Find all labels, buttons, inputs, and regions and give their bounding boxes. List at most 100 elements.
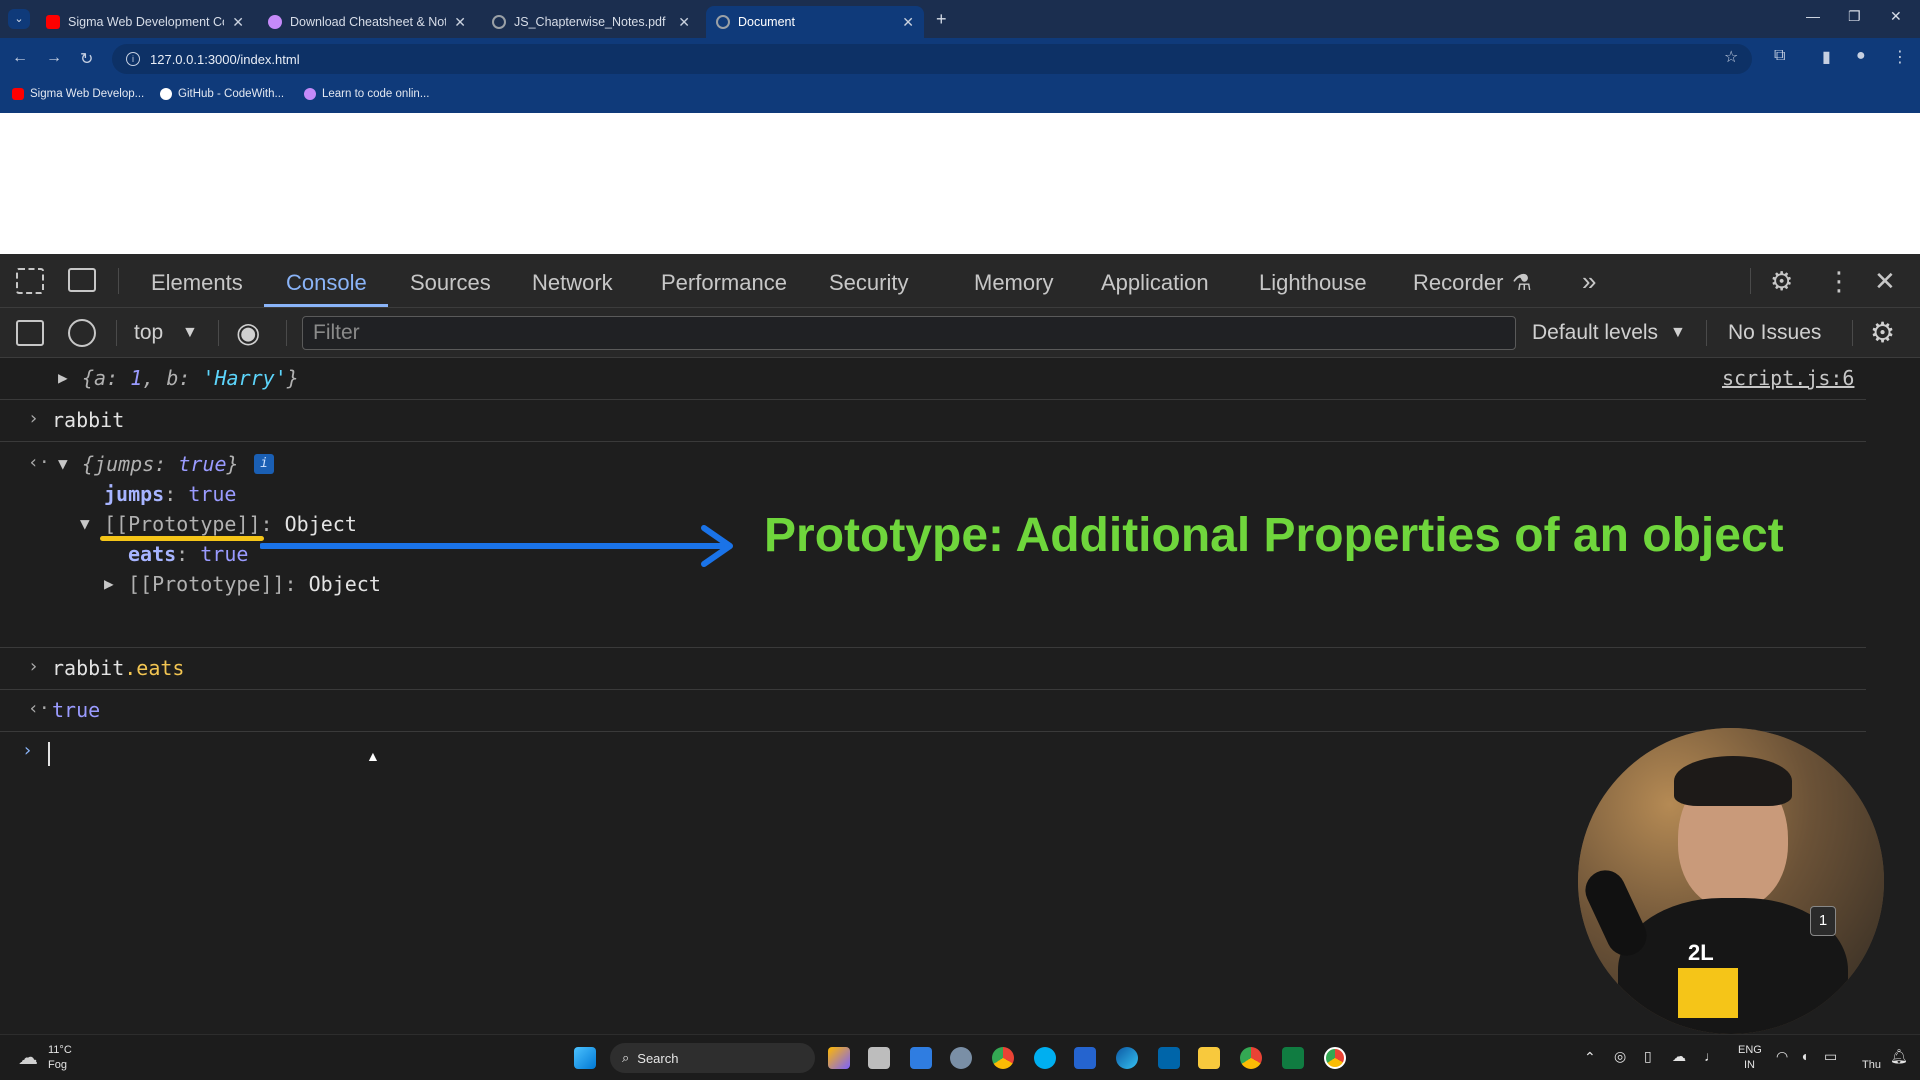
tab-sources[interactable]: Sources xyxy=(410,270,491,296)
console-settings-gear-icon[interactable]: ⚙ xyxy=(1870,316,1895,349)
tab-performance[interactable]: Performance xyxy=(661,270,787,296)
new-tab-button[interactable]: + xyxy=(936,9,947,30)
browser-tab[interactable]: JS_Chapterwise_Notes.pdf ✕ xyxy=(482,6,700,38)
bookmark-item[interactable]: Sigma Web Develop... xyxy=(12,88,144,100)
battery-status-icon[interactable]: ▭ xyxy=(1824,1048,1837,1065)
mic-icon[interactable]: ♩ xyxy=(1704,1048,1718,1064)
back-icon[interactable]: ← xyxy=(12,49,28,67)
tab-network[interactable]: Network xyxy=(532,270,613,296)
tab-security[interactable]: Security xyxy=(829,270,908,296)
collapse-triangle-icon[interactable]: ▼ xyxy=(58,454,68,473)
bookmark-item[interactable]: GitHub - CodeWith... xyxy=(160,88,284,100)
logged-object[interactable]: {a: 1, b: 'Harry'} xyxy=(82,366,299,390)
close-devtools-icon[interactable]: ✕ xyxy=(1874,266,1896,297)
context-selector[interactable]: top xyxy=(134,321,163,345)
close-tab-icon[interactable]: ✕ xyxy=(678,14,690,31)
inspect-element-icon[interactable] xyxy=(16,268,44,294)
edge-icon[interactable] xyxy=(1116,1047,1138,1069)
tab-memory[interactable]: Memory xyxy=(974,270,1053,296)
bookmark-item[interactable]: Learn to code onlin... xyxy=(304,88,429,100)
more-tabs-icon[interactable]: » xyxy=(1582,266,1596,297)
profile-icon[interactable]: ● xyxy=(1856,47,1866,65)
side-panel-icon[interactable]: ▮ xyxy=(1822,47,1831,67)
url-field[interactable]: i 127.0.0.1:3000/index.html xyxy=(112,44,1752,74)
file-explorer-icon[interactable] xyxy=(1198,1047,1220,1069)
expand-triangle-icon[interactable]: ▶ xyxy=(58,368,68,387)
issues-counter[interactable]: No Issues xyxy=(1728,321,1821,345)
sidebar-toggle-icon[interactable] xyxy=(16,320,44,346)
tray-app-icon[interactable]: ◎ xyxy=(1614,1048,1626,1065)
filter-input[interactable]: Filter xyxy=(302,316,1516,350)
chrome-icon[interactable] xyxy=(1240,1047,1262,1069)
object-value: 'Harry' xyxy=(202,366,287,390)
notification-bell-icon[interactable]: 🔔︎ xyxy=(1890,1048,1908,1065)
tab-search-button[interactable]: ⌄ xyxy=(8,9,30,29)
chrome-icon[interactable] xyxy=(992,1047,1014,1069)
day-label[interactable]: Thu xyxy=(1862,1059,1881,1071)
extensions-icon[interactable]: ⧉ xyxy=(1774,47,1785,65)
wifi-icon[interactable]: ◠ xyxy=(1776,1048,1788,1065)
site-info-icon[interactable]: i xyxy=(126,52,140,66)
console-toolbar: top ▼ ◉ Filter Default levels ▼ No Issue… xyxy=(0,308,1920,358)
browser-tab-active[interactable]: Document ✕ xyxy=(706,6,924,38)
windows-start-icon[interactable] xyxy=(574,1047,596,1069)
settings-gear-icon[interactable]: ⚙ xyxy=(1770,266,1793,297)
result-object-preview[interactable]: {jumps: true} xyxy=(82,452,239,476)
browser-tab[interactable]: Sigma Web Development Cour ✕ xyxy=(36,6,254,38)
log-levels-dropdown[interactable]: Default levels xyxy=(1532,321,1658,345)
close-window-icon[interactable]: ✕ xyxy=(1890,8,1902,25)
devtools-menu-icon[interactable]: ⋮ xyxy=(1826,266,1852,297)
tab-lighthouse[interactable]: Lighthouse xyxy=(1259,270,1367,296)
close-tab-icon[interactable]: ✕ xyxy=(902,14,914,31)
restore-icon[interactable]: ❐ xyxy=(1848,8,1861,25)
input-prompt-icon: › xyxy=(28,408,39,429)
browser-menu-icon[interactable]: ⋮ xyxy=(1892,47,1908,67)
console-log-row: ▶ {a: 1, b: 'Harry'} script.js:6 xyxy=(0,358,1866,400)
calendar-icon[interactable] xyxy=(910,1047,932,1069)
tab-console[interactable]: Console xyxy=(286,270,367,296)
device-toolbar-icon[interactable] xyxy=(68,268,96,292)
source-link[interactable]: script.js:6 xyxy=(1722,366,1854,390)
battery-icon[interactable]: ▯ xyxy=(1644,1048,1652,1065)
clear-console-icon[interactable] xyxy=(68,319,96,347)
settings-icon[interactable] xyxy=(950,1047,972,1069)
bookmark-star-icon[interactable]: ☆ xyxy=(1724,47,1738,67)
chevron-down-icon[interactable]: ▼ xyxy=(182,324,198,342)
property-key: jumps xyxy=(104,482,165,506)
separator xyxy=(1852,320,1853,346)
globe-icon xyxy=(716,15,730,29)
copilot-icon[interactable] xyxy=(828,1047,850,1069)
browser-tab[interactable]: Download Cheatsheet & Notes ✕ xyxy=(258,6,476,38)
tab-elements[interactable]: Elements xyxy=(151,270,243,296)
close-tab-icon[interactable]: ✕ xyxy=(454,14,466,31)
tab-recorder[interactable]: Recorder xyxy=(1413,270,1503,296)
chevron-down-icon[interactable]: ▼ xyxy=(1670,324,1686,342)
chrome-dev-icon[interactable] xyxy=(1324,1047,1346,1069)
forward-icon[interactable]: → xyxy=(46,49,62,67)
vscode-icon[interactable] xyxy=(1158,1047,1180,1069)
tray-chevron-icon[interactable]: ⌃ xyxy=(1584,1049,1596,1066)
onedrive-icon[interactable]: ☁ xyxy=(1672,1048,1686,1065)
prototype-row[interactable]: [[Prototype]]: Object xyxy=(128,572,381,596)
taskbar-search[interactable]: ⌕ Search xyxy=(610,1043,815,1073)
close-tab-icon[interactable]: ✕ xyxy=(232,14,244,31)
input-property: .eats xyxy=(124,656,185,680)
excel-icon[interactable] xyxy=(1282,1047,1304,1069)
collapse-triangle-icon[interactable]: ▼ xyxy=(80,514,90,533)
volume-icon[interactable]: ◖ xyxy=(1800,1048,1808,1064)
lang-top[interactable]: ENG xyxy=(1738,1044,1762,1056)
weather-icon[interactable]: ☁ xyxy=(18,1045,38,1070)
reload-icon[interactable]: ↻ xyxy=(80,49,93,69)
task-view-icon[interactable] xyxy=(868,1047,890,1069)
live-expression-eye-icon[interactable]: ◉ xyxy=(236,316,260,349)
tab-application[interactable]: Application xyxy=(1101,270,1209,296)
codewithharry-icon xyxy=(268,15,282,29)
todo-icon[interactable] xyxy=(1074,1047,1096,1069)
lang-bottom[interactable]: IN xyxy=(1744,1059,1755,1071)
separator xyxy=(118,268,119,294)
skype-icon[interactable] xyxy=(1034,1047,1056,1069)
expand-triangle-icon[interactable]: ▶ xyxy=(104,574,114,593)
minimize-icon[interactable]: — xyxy=(1806,8,1820,24)
active-tab-indicator xyxy=(264,304,388,307)
info-icon[interactable]: i xyxy=(254,454,274,474)
